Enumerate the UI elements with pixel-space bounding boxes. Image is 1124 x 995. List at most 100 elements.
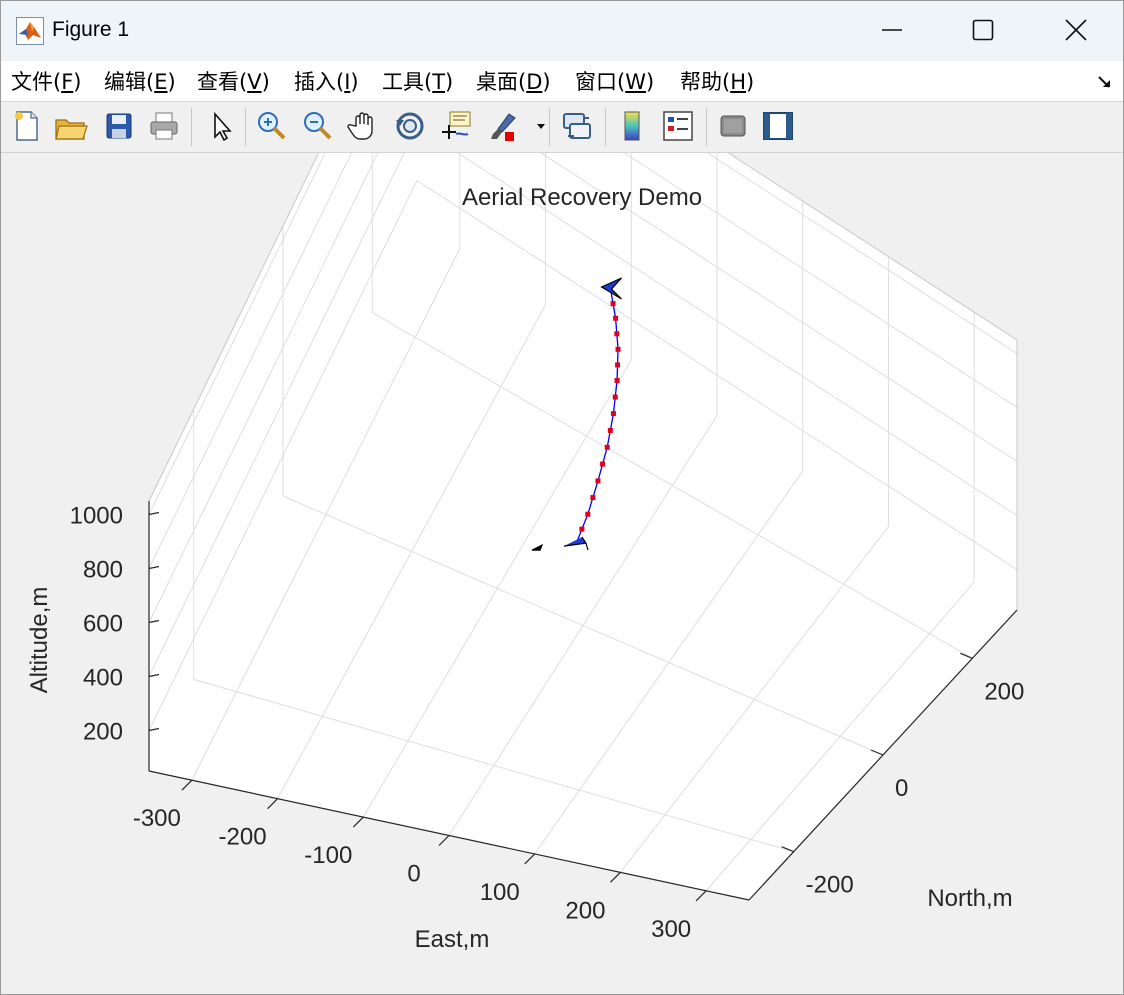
menu-bar: 文件(F) 编辑(E) 查看(V) 插入(I) 工具(T) 桌面(D) 窗口(W) 帮助(H): [1, 61, 1123, 102]
trajectory-point: [615, 346, 621, 352]
menu-item-suffix: ): [445, 70, 454, 94]
menu-item-f[interactable]: 文件(F): [11, 66, 82, 96]
trajectory-point: [600, 461, 606, 467]
hide-plot-tools-icon[interactable]: [715, 108, 751, 144]
x-tick-mark: [181, 779, 193, 791]
data-cursor-icon[interactable]: [438, 108, 474, 144]
edit-plot-arrow-icon[interactable]: [203, 108, 239, 144]
menu-item-suffix: ): [645, 70, 655, 94]
brush-dropdown-icon[interactable]: [533, 108, 549, 144]
menu-item-mnemonic: F: [61, 70, 74, 94]
trajectory-point: [585, 511, 591, 517]
x-tick-label: -300: [133, 805, 181, 832]
z-tick-label: 1000: [70, 503, 123, 530]
x-tick-label: 100: [480, 879, 520, 906]
menu-item-mnemonic: V: [247, 70, 262, 94]
menu-item-mnemonic: E: [154, 70, 168, 94]
dock-figure-icon[interactable]: [1095, 71, 1117, 93]
brush-icon[interactable]: [485, 108, 521, 144]
trajectory-point: [614, 378, 620, 384]
trajectory-point: [614, 331, 620, 337]
menu-item-i[interactable]: 插入(I): [294, 66, 359, 96]
open-file-icon[interactable]: [53, 108, 89, 144]
toolbar-separator: [605, 108, 606, 146]
window-title: Figure 1: [52, 18, 130, 41]
maximize-button[interactable]: [952, 7, 1014, 51]
menu-item-suffix: ): [746, 70, 755, 94]
show-plot-tools-icon[interactable]: [760, 108, 796, 144]
menu-item-label: 编辑(: [104, 70, 155, 94]
trajectory-point: [579, 526, 585, 532]
y-axis-label: North,m: [927, 885, 1012, 912]
x-tick-label: -200: [219, 824, 267, 851]
chart-title: Aerial Recovery Demo: [462, 184, 702, 211]
x-tick-label: 0: [407, 861, 420, 888]
menu-item-label: 桌面(: [476, 70, 527, 94]
x-tick-mark: [267, 798, 278, 810]
toolbar-separator: [549, 108, 550, 146]
y-tick-label: -200: [806, 872, 854, 899]
y-tick-label: 200: [984, 678, 1024, 705]
menu-item-suffix: ): [350, 70, 359, 94]
menu-item-label: 工具(: [382, 70, 433, 94]
save-icon[interactable]: [101, 108, 137, 144]
x-tick-mark: [524, 853, 536, 865]
y-tick-label: 0: [895, 775, 908, 802]
trajectory-point: [607, 427, 613, 433]
zoom-in-icon[interactable]: [253, 108, 289, 144]
menu-item-w[interactable]: 窗口(W): [575, 66, 654, 96]
trajectory-point: [604, 444, 610, 450]
menu-item-mnemonic: D: [526, 70, 543, 94]
x-tick-mark: [438, 835, 450, 846]
rotate-3d-icon[interactable]: [392, 108, 428, 144]
menu-item-mnemonic: W: [625, 70, 646, 94]
trajectory-point: [615, 362, 621, 368]
trajectory-point: [613, 315, 619, 321]
new-figure-icon[interactable]: [9, 108, 45, 144]
menu-item-label: 插入(: [294, 70, 345, 94]
toolbar-separator: [706, 108, 707, 146]
menu-item-label: 窗口(: [575, 70, 626, 94]
figure-toolbar: [1, 102, 1123, 153]
title-bar[interactable]: Figure 1: [1, 1, 1123, 61]
z-tick-label: 400: [83, 665, 123, 692]
figure-canvas[interactable]: -300 -200 -100 0 100 200 300 -200 0 200 200 400 600 8…: [1, 153, 1123, 994]
zoom-out-icon[interactable]: [299, 108, 335, 144]
toolbar-separator: [245, 108, 246, 146]
x-tick-label: -100: [304, 842, 352, 869]
trajectory-point: [595, 478, 601, 484]
menu-item-d[interactable]: 桌面(D): [476, 66, 551, 96]
toolbar-separator: [191, 108, 192, 146]
matlab-logo-icon: [16, 17, 44, 45]
print-icon[interactable]: [146, 108, 182, 144]
x-tick-mark: [352, 816, 364, 828]
trajectory-point: [590, 495, 596, 501]
figure-window: Figure 1 文件(F) 编辑(E) 查看(V) 插入(I) 工具(T) 桌面(D) 窗…: [0, 0, 1124, 995]
link-plot-icon[interactable]: [559, 108, 595, 144]
menu-item-t[interactable]: 工具(T): [382, 66, 453, 96]
menu-item-suffix: ): [167, 70, 176, 94]
colorbar-icon[interactable]: [615, 108, 651, 144]
trajectory-point: [610, 301, 616, 307]
x-axis-label: East,m: [415, 926, 490, 953]
z-tick-label: 200: [83, 719, 123, 746]
menu-item-h[interactable]: 帮助(H): [680, 66, 754, 96]
menu-item-v[interactable]: 查看(V): [197, 66, 270, 96]
menu-item-suffix: ): [73, 70, 82, 94]
menu-item-e[interactable]: 编辑(E): [104, 66, 176, 96]
x-tick-mark: [610, 871, 621, 883]
close-button[interactable]: [1045, 7, 1107, 51]
menu-item-label: 文件(: [11, 70, 62, 94]
z-tick-label: 600: [83, 611, 123, 638]
menu-item-label: 查看(: [197, 70, 248, 94]
legend-icon[interactable]: [660, 108, 696, 144]
pan-hand-icon[interactable]: [346, 108, 382, 144]
x-tick-label: 300: [651, 916, 691, 943]
menu-item-suffix: ): [261, 70, 270, 94]
minimize-button[interactable]: [861, 7, 923, 51]
x-tick-mark: [695, 890, 707, 902]
trajectory-point: [612, 394, 618, 400]
z-axis-label: Altitude,m: [26, 587, 53, 694]
menu-item-mnemonic: H: [730, 70, 746, 94]
menu-item-label: 帮助(: [680, 70, 731, 94]
